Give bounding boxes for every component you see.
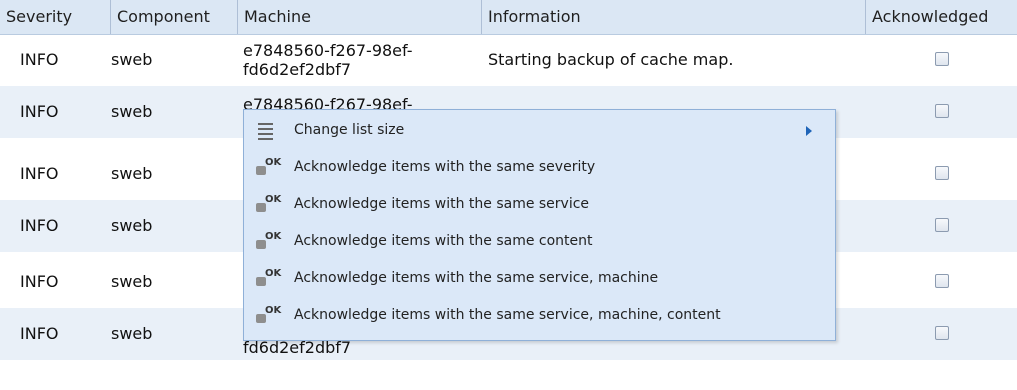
severity-cell: INFO bbox=[20, 164, 59, 183]
acknowledged-checkbox[interactable] bbox=[935, 326, 949, 340]
column-header-acknowledged[interactable]: Acknowledged bbox=[866, 0, 1017, 34]
machine-line: fd6d2ef2dbf7 bbox=[243, 60, 352, 79]
menu-item-ack-same-service-machine-content[interactable]: OK Acknowledge items with the same servi… bbox=[244, 297, 835, 334]
menu-item-ack-same-severity[interactable]: OK Acknowledge items with the same sever… bbox=[244, 149, 835, 186]
acknowledge-ok-icon: OK bbox=[256, 268, 281, 288]
grid-header: Severity Component Machine Information A… bbox=[0, 0, 1017, 35]
component-cell: sweb bbox=[111, 164, 153, 183]
menu-item-label: Acknowledge items with the same service,… bbox=[294, 307, 721, 323]
acknowledged-checkbox[interactable] bbox=[935, 52, 949, 66]
menu-item-ack-same-content[interactable]: OK Acknowledge items with the same conte… bbox=[244, 223, 835, 260]
severity-cell: INFO bbox=[20, 272, 59, 291]
component-cell: sweb bbox=[111, 324, 153, 343]
acknowledged-checkbox[interactable] bbox=[935, 166, 949, 180]
information-cell: Starting backup of cache map. bbox=[488, 50, 734, 69]
table-row[interactable]: INFO sweb e7848560-f267-98ef- fd6d2ef2db… bbox=[0, 34, 1017, 86]
column-header-machine[interactable]: Machine bbox=[238, 0, 482, 34]
acknowledge-ok-icon: OK bbox=[256, 231, 281, 251]
acknowledged-checkbox[interactable] bbox=[935, 218, 949, 232]
menu-item-label: Change list size bbox=[294, 122, 405, 138]
acknowledged-checkbox[interactable] bbox=[935, 274, 949, 288]
component-cell: sweb bbox=[111, 50, 153, 69]
column-header-component[interactable]: Component bbox=[111, 0, 238, 34]
severity-cell: INFO bbox=[20, 50, 59, 69]
acknowledged-checkbox[interactable] bbox=[935, 104, 949, 118]
menu-item-label: Acknowledge items with the same severity bbox=[294, 159, 596, 175]
menu-item-change-list-size[interactable]: Change list size bbox=[244, 112, 835, 149]
submenu-arrow-icon bbox=[806, 126, 812, 136]
component-cell: sweb bbox=[111, 102, 153, 121]
machine-cell: fd6d2ef2dbf7 bbox=[243, 338, 473, 390]
menu-item-label: Acknowledge items with the same service bbox=[294, 196, 590, 212]
list-size-icon bbox=[256, 120, 278, 140]
acknowledge-ok-icon: OK bbox=[256, 194, 281, 214]
menu-item-ack-same-service[interactable]: OK Acknowledge items with the same servi… bbox=[244, 186, 835, 223]
column-header-severity[interactable]: Severity bbox=[0, 0, 111, 34]
acknowledge-ok-icon: OK bbox=[256, 157, 281, 177]
acknowledge-ok-icon: OK bbox=[256, 305, 281, 325]
column-header-information[interactable]: Information bbox=[482, 0, 866, 34]
severity-cell: INFO bbox=[20, 216, 59, 235]
severity-cell: INFO bbox=[20, 102, 59, 121]
menu-item-label: Acknowledge items with the same service,… bbox=[294, 270, 659, 286]
severity-cell: INFO bbox=[20, 324, 59, 343]
menu-item-label: Acknowledge items with the same content bbox=[294, 233, 593, 249]
machine-line: e7848560-f267-98ef- bbox=[243, 41, 413, 60]
context-menu: Change list size OK Acknowledge items wi… bbox=[243, 109, 836, 341]
component-cell: sweb bbox=[111, 272, 153, 291]
menu-item-ack-same-service-machine[interactable]: OK Acknowledge items with the same servi… bbox=[244, 260, 835, 297]
component-cell: sweb bbox=[111, 216, 153, 235]
